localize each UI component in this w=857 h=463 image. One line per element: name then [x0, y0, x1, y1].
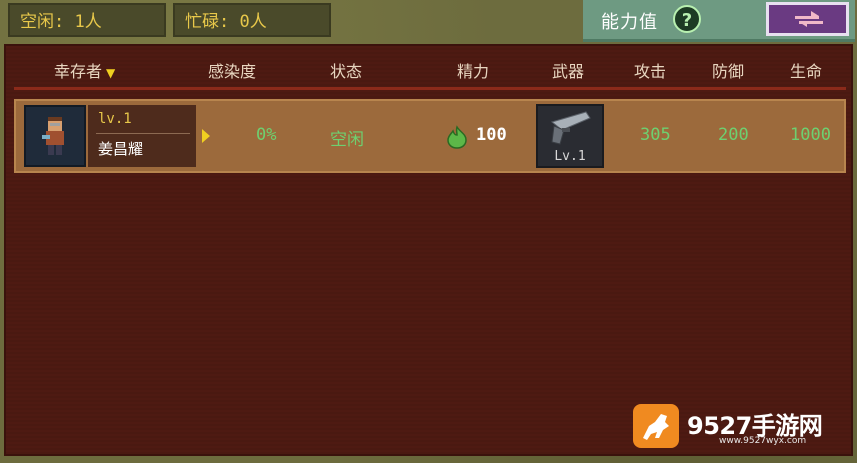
header-divider: [14, 87, 846, 90]
survivor-name: 姜昌耀: [98, 140, 144, 158]
header-energy: 精力: [457, 62, 490, 81]
pistol-icon: [550, 111, 591, 145]
busy-count: 忙碌: 0人: [173, 3, 331, 37]
name-divider: [96, 133, 190, 134]
header-health: 生命: [790, 62, 823, 81]
watermark-url: www.9527wyx.com: [719, 436, 807, 446]
idle-count: 空闲: 1人: [8, 3, 166, 37]
question-icon[interactable]: ?: [673, 5, 701, 33]
header-status: 状态: [330, 62, 363, 81]
header-survivor[interactable]: 幸存者 ▼: [54, 58, 115, 82]
chevron-down-icon: ▼: [106, 66, 116, 80]
survivor-level: lv.1: [98, 111, 132, 127]
defense-value: 200: [718, 125, 749, 145]
header-infection: 感染度: [208, 62, 257, 81]
attack-value: 305: [640, 125, 671, 145]
table-header: 幸存者 ▼ 感染度 状态 精力 武器 攻击 防御 生命: [6, 46, 851, 90]
header-survivor-label: 幸存者: [54, 62, 103, 81]
header-defense: 防御: [712, 62, 745, 81]
weapon-slot[interactable]: Lv.1: [536, 104, 604, 168]
play-arrow-icon[interactable]: [202, 129, 210, 143]
header-weapon: 武器: [552, 62, 585, 81]
energy-value: 100: [476, 125, 507, 145]
weapon-level: Lv.1: [554, 149, 586, 164]
stats-label: 能力值: [601, 12, 658, 33]
stats-panel: 能力值 ?: [583, 0, 855, 42]
health-value: 1000: [790, 125, 831, 145]
flame-icon: [447, 125, 467, 149]
survivor-panel: 幸存者 ▼ 感染度 状态 精力 武器 攻击 防御 生命 lv.1 姜昌耀 0% …: [4, 44, 853, 456]
horse-logo-icon: [633, 404, 679, 448]
header-attack: 攻击: [634, 62, 667, 81]
status-value: 空闲: [330, 130, 364, 150]
survivor-name-box: lv.1 姜昌耀: [88, 105, 196, 167]
switch-button[interactable]: [766, 2, 849, 36]
table-row[interactable]: lv.1 姜昌耀 0% 空闲 100 Lv.1 305 200 1000: [14, 99, 846, 173]
infection-value: 0%: [256, 125, 277, 145]
watermark: 9527手游网 www.9527wyx.com: [633, 404, 833, 448]
swap-arrows-icon: [795, 11, 823, 27]
avatar: [24, 105, 86, 167]
